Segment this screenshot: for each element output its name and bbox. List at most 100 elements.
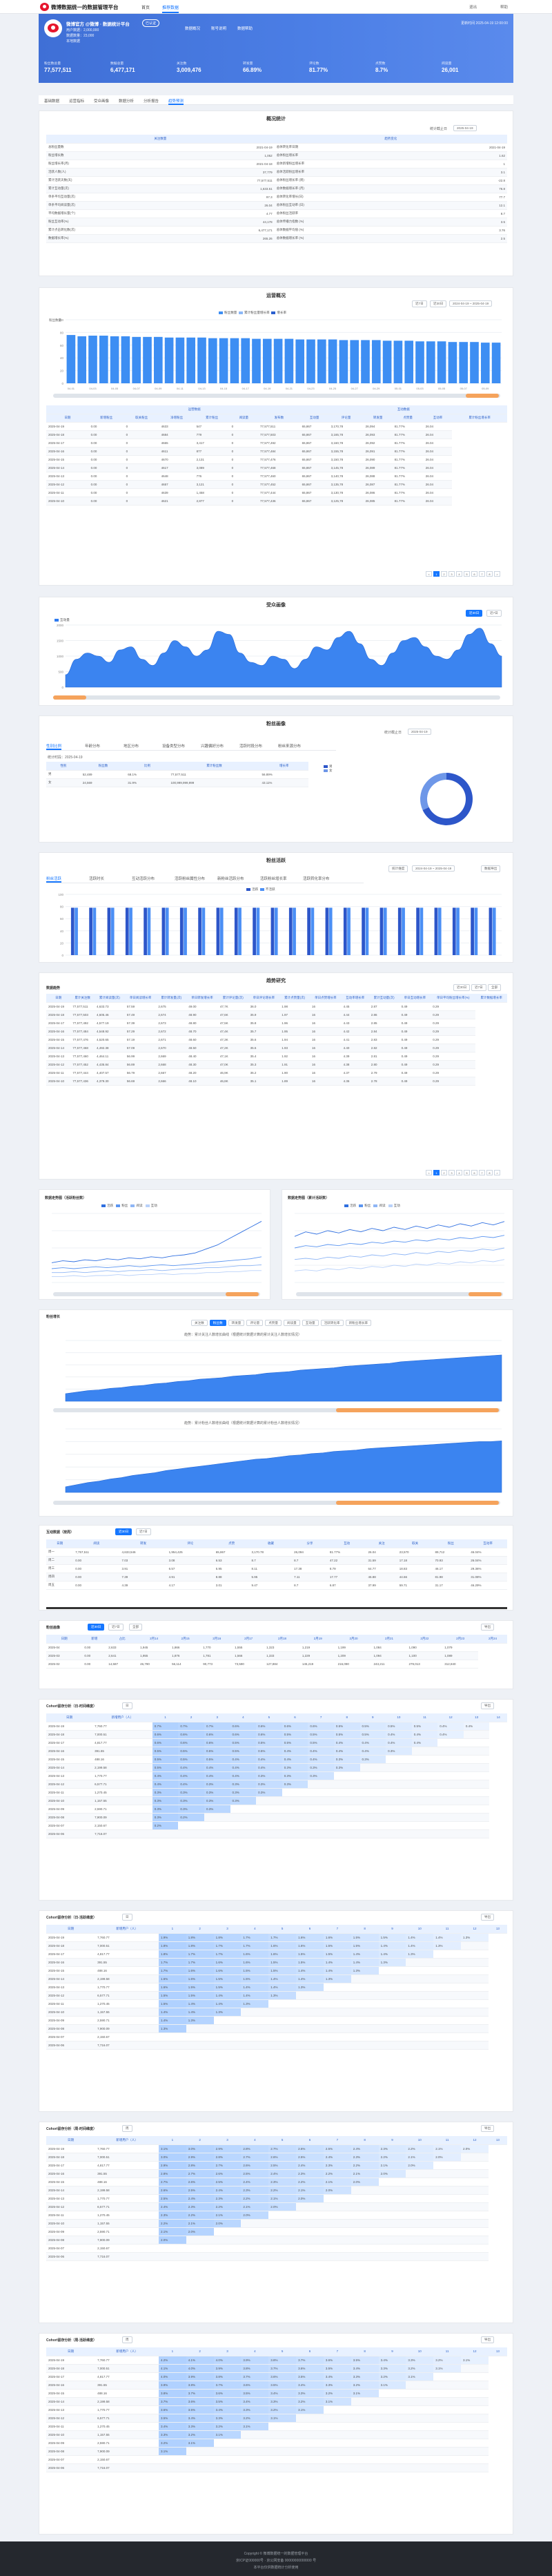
page-button[interactable]: 2 [441, 571, 447, 577]
fans-tab-1[interactable]: 年龄分布 [85, 743, 100, 749]
fans-tab-3[interactable]: 设备类型分布 [162, 743, 185, 749]
trend-date-range[interactable]: 2024-04-19 ~ 2025-04-19 [449, 300, 493, 307]
growth-pill-0[interactable]: 关注数 [191, 1320, 208, 1326]
page-button[interactable]: 6 [471, 571, 477, 577]
page-button[interactable]: 4 [456, 1170, 462, 1175]
page-button[interactable]: 6 [471, 1170, 477, 1175]
page-button[interactable]: < [426, 1170, 432, 1175]
activity-tab-0[interactable]: 粉丝活跃 [46, 876, 62, 883]
fans-tab-6[interactable]: 粉丝来源分布 [278, 743, 301, 749]
banner-action-account[interactable]: 账号说明 [211, 26, 226, 31]
banner-action-help[interactable]: 数据帮助 [237, 26, 253, 31]
trend-zoom-handle[interactable] [466, 394, 499, 398]
page-button[interactable]: 7 [479, 571, 485, 577]
growth1-zoom-handle[interactable] [336, 1408, 499, 1412]
profile-pill-7d[interactable]: 近7日 [108, 1624, 124, 1631]
tab-0[interactable]: 基础数据 [44, 98, 59, 104]
page-button[interactable]: 8 [486, 571, 493, 577]
nav-recommend[interactable]: 推荐数据 [162, 4, 179, 13]
activity-pill-dimension[interactable]: 统计维度 [388, 865, 408, 872]
nav-home[interactable]: 首页 [141, 4, 150, 10]
page-button[interactable]: 8 [486, 1170, 493, 1175]
help-link[interactable]: 帮助 [500, 4, 508, 10]
tab-1[interactable]: 运营指标 [69, 98, 84, 104]
trend-pill-7d[interactable]: 近7日 [412, 300, 427, 307]
growth-pill-7[interactable]: 活跃转化率 [320, 1320, 344, 1326]
audience-pill-7d[interactable]: 近7日 [486, 610, 502, 617]
page-button[interactable]: 7 [479, 1170, 485, 1175]
left-zoom-handle[interactable] [226, 1292, 259, 1296]
detail-pill-7d[interactable]: 近7日 [471, 984, 486, 991]
growth-pill-8[interactable]: 新粉丝增长率 [345, 1320, 372, 1326]
fans-tab-5[interactable]: 活跃时段分布 [239, 743, 262, 749]
growth2-zoom-slider[interactable] [53, 1501, 500, 1505]
growth-pill-4[interactable]: 点赞量 [265, 1320, 282, 1326]
page-button[interactable]: 2 [441, 1170, 447, 1175]
page-button[interactable]: 4 [456, 571, 462, 577]
tab-5[interactable]: 趋势预测 [168, 98, 184, 105]
page-button[interactable]: 1 [433, 1170, 440, 1175]
growth2-zoom-handle[interactable] [336, 1501, 499, 1505]
cohort-export-button[interactable]: 导出 [481, 1914, 495, 1921]
growth-pill-5[interactable]: 阅读量 [283, 1320, 300, 1326]
cohort-export-button[interactable]: 导出 [481, 2336, 495, 2343]
weekly-pill-7d[interactable]: 近7日 [136, 1528, 151, 1535]
growth-pill-3[interactable]: 评论量 [246, 1320, 264, 1326]
activity-tab-6[interactable]: 活跃转化率分布 [303, 876, 330, 881]
weekly-scrollbar[interactable] [46, 1607, 507, 1609]
tab-4[interactable]: 分析报告 [144, 98, 159, 104]
detail-pill-all[interactable]: 全部 [488, 984, 502, 991]
fans-tab-2[interactable]: 地区分布 [124, 743, 139, 749]
page-button[interactable]: 3 [448, 1170, 455, 1175]
page-button[interactable]: < [426, 571, 432, 577]
activity-export-button[interactable]: 数据导出 [481, 865, 501, 872]
activity-tab-2[interactable]: 互动活跃分布 [132, 876, 155, 881]
fans-date-picker[interactable]: 2025-04-19 [408, 729, 431, 735]
table-cell: 2.0% [241, 2211, 269, 2220]
audience-zoom-slider[interactable] [53, 695, 500, 700]
growth-pill-6[interactable]: 互动量 [302, 1320, 319, 1326]
page-button[interactable]: 5 [464, 1170, 470, 1175]
cohort-granularity-select[interactable]: 日 [122, 1914, 132, 1921]
cohort-granularity-select[interactable]: 周 [122, 2336, 132, 2343]
column-header: 2 [186, 2136, 214, 2145]
page-button[interactable]: 3 [448, 571, 455, 577]
page-button[interactable]: 5 [464, 571, 470, 577]
cohort-granularity-select[interactable]: 日 [122, 1702, 132, 1709]
trend-zoom-slider[interactable] [53, 394, 500, 398]
detail-pill-30d[interactable]: 近30日 [453, 984, 471, 991]
page-button[interactable]: > [494, 571, 500, 577]
banner-action-overview[interactable]: 数据概况 [185, 26, 200, 31]
logout-link[interactable]: 退出 [469, 4, 477, 10]
activity-tab-3[interactable]: 活跃粉丝属性分布 [175, 876, 205, 881]
growth1-zoom-slider[interactable] [53, 1408, 500, 1412]
activity-tab-5[interactable]: 活跃粉丝增长率 [260, 876, 287, 881]
cohort-granularity-select[interactable]: 周 [122, 2125, 132, 2132]
profile-export-button[interactable]: 导出 [481, 1624, 495, 1631]
tab-3[interactable]: 数据分析 [119, 98, 134, 104]
table-cell [378, 2016, 406, 2025]
profile-pill-30d[interactable]: 近30日 [88, 1624, 105, 1631]
fans-tab-0[interactable]: 性别比例 [46, 743, 62, 750]
cohort-export-button[interactable]: 导出 [481, 1702, 495, 1709]
growth-pill-1[interactable]: 粉丝数 [209, 1320, 226, 1326]
weekly-pill-30d[interactable]: 近30日 [115, 1528, 132, 1535]
activity-date-range[interactable]: 2024-04-19 ~ 2025-04-19 [412, 865, 455, 872]
right-zoom-slider[interactable] [296, 1292, 503, 1296]
profile-pill-all[interactable]: 全部 [129, 1624, 143, 1631]
fans-tab-4[interactable]: 兴趣偏好分布 [201, 743, 224, 749]
trend-pill-30d[interactable]: 近30日 [430, 300, 447, 307]
audience-pill-30d[interactable]: 近30日 [466, 610, 483, 617]
table-cell: 累计活跃天数(天) [46, 176, 185, 185]
cohort-export-button[interactable]: 导出 [481, 2125, 495, 2132]
activity-tab-1[interactable]: 活跃时长 [89, 876, 104, 881]
growth-pill-2[interactable]: 转发量 [228, 1320, 245, 1326]
tab-2[interactable]: 受众画像 [94, 98, 109, 104]
left-zoom-slider[interactable] [53, 1292, 260, 1296]
page-button[interactable]: > [494, 1170, 500, 1175]
audience-zoom-handle[interactable] [53, 695, 86, 700]
page-button[interactable]: 1 [433, 571, 440, 577]
activity-tab-4[interactable]: 新粉丝活跃分布 [217, 876, 244, 881]
right-zoom-handle[interactable] [469, 1292, 502, 1296]
overview-date-picker[interactable]: 2025-04-19 [453, 125, 477, 131]
